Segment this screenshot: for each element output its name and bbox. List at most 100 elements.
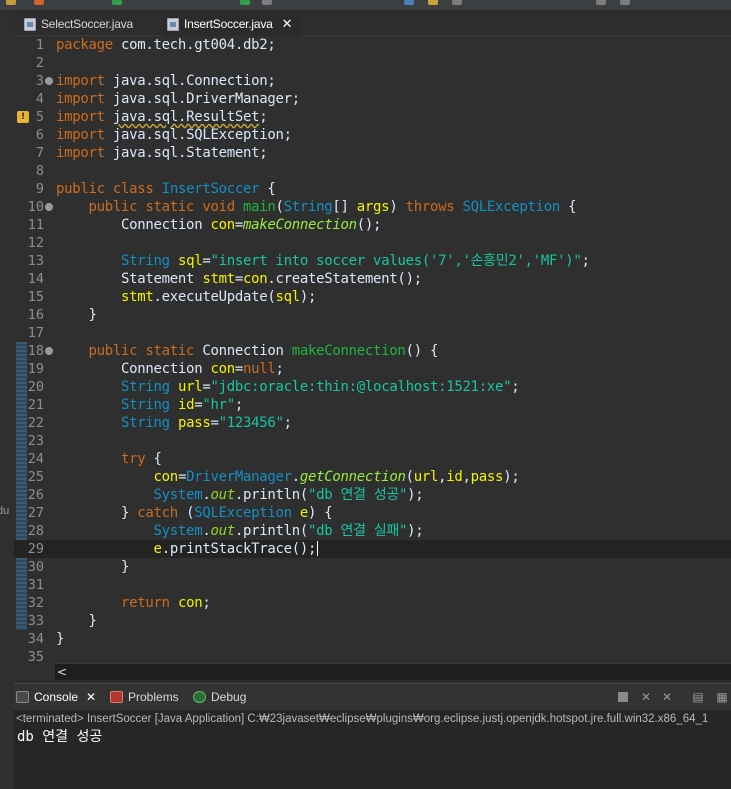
code-text: String url="jdbc:oracle:thin:@localhost:… (56, 378, 520, 396)
tab-console[interactable]: Console ✕ (16, 688, 96, 706)
close-console-icon[interactable]: ✕ (86, 690, 96, 704)
code-token: "insert into soccer values('7','손흥민2','M… (210, 253, 582, 269)
code-line[interactable]: 27 } catch (SQLException e) { (14, 504, 731, 522)
code-line[interactable]: 33 } (14, 612, 731, 630)
run-icon[interactable] (240, 0, 250, 5)
code-token: = (210, 415, 219, 431)
code-line[interactable]: 21 String id="hr"; (14, 396, 731, 414)
code-token: ; (511, 379, 520, 395)
code-token: .println( (234, 487, 309, 503)
code-token: .createStatement(); (267, 271, 422, 287)
run-icon[interactable] (112, 0, 122, 5)
code-token: .println( (234, 523, 309, 539)
code-line[interactable]: 7 import java.sql.Statement; (14, 144, 731, 162)
code-line[interactable]: 18 public static Connection makeConnecti… (14, 342, 731, 360)
fold-toggle-icon[interactable] (45, 347, 53, 355)
code-line[interactable]: 3 import java.sql.Connection; (14, 72, 731, 90)
line-number: 34 (27, 631, 44, 647)
code-line[interactable]: 28 System.out.println("db 연결 실패"); (14, 522, 731, 540)
remove-launch-button[interactable]: ✕ (638, 689, 654, 705)
toolbar-icon[interactable] (596, 0, 606, 5)
code-line[interactable]: 1 package com.tech.gt004.db2; (14, 36, 731, 54)
console-panel: Console ✕ Problems Debug ✕ ✕ ▤ ▦ <termin… (14, 683, 731, 789)
line-number: 20 (27, 379, 44, 395)
code-text: Connection con=makeConnection(); (56, 216, 381, 234)
tab-insert-soccer[interactable]: InsertSoccer.java ✕ (163, 12, 300, 36)
console-output[interactable]: db 연결 성공 (17, 728, 102, 746)
code-line[interactable]: 20 String url="jdbc:oracle:thin:@localho… (14, 378, 731, 396)
code-line[interactable]: 11 Connection con=makeConnection(); (14, 216, 731, 234)
toolbar-icon[interactable] (428, 0, 438, 5)
code-text: Connection con=null; (56, 360, 284, 378)
tab-select-soccer[interactable]: SelectSoccer.java (24, 12, 159, 36)
code-line[interactable]: 2 (14, 54, 731, 72)
toolbar-icon[interactable] (620, 0, 630, 5)
tab-debug[interactable]: Debug (193, 688, 246, 706)
code-token: id (446, 469, 463, 485)
text-caret (317, 541, 319, 556)
code-line[interactable]: 29 e.printStackTrace(); (14, 540, 731, 558)
fold-toggle-icon[interactable] (45, 203, 53, 211)
code-line[interactable]: 15 stmt.executeUpdate(sql); (14, 288, 731, 306)
code-line[interactable]: 34} (14, 630, 731, 648)
toolbar-icon[interactable] (452, 0, 462, 5)
scroll-left-arrow[interactable]: < (55, 664, 69, 680)
tab-problems[interactable]: Problems (110, 688, 179, 706)
code-line[interactable]: 6 import java.sql.SQLException; (14, 126, 731, 144)
code-line[interactable]: 10 public static void main(String[] args… (14, 198, 731, 216)
debug-icon (193, 691, 206, 703)
line-number: 2 (35, 55, 44, 71)
toolbar-icon[interactable] (6, 0, 16, 5)
line-number: 4 (35, 91, 44, 107)
close-tab-icon[interactable]: ✕ (282, 17, 293, 32)
code-line[interactable]: 8 (14, 162, 731, 180)
terminate-button[interactable] (615, 689, 631, 705)
code-token: java.sql.SQLException; (104, 127, 292, 143)
code-line[interactable]: 4 import java.sql.DriverManager; (14, 90, 731, 108)
line-number: 19 (27, 361, 44, 377)
code-token: "123456" (218, 415, 284, 431)
code-line[interactable]: 17 (14, 324, 731, 342)
code-line[interactable]: 5 import java.sql.ResultSet; (14, 108, 731, 126)
code-line[interactable]: 12 (14, 234, 731, 252)
pin-console-button[interactable]: ▦ (714, 689, 730, 705)
toolbar-icon[interactable] (404, 0, 414, 5)
code-token: String (283, 199, 333, 215)
line-number: 25 (27, 469, 44, 485)
code-line[interactable]: 32 return con; (14, 594, 731, 612)
code-line[interactable]: 25 con=DriverManager.getConnection(url,i… (14, 468, 731, 486)
code-line[interactable]: 30 } (14, 558, 731, 576)
line-number: 24 (27, 451, 44, 467)
fold-toggle-icon[interactable] (45, 77, 53, 85)
code-token: stmt (202, 271, 235, 287)
code-line[interactable]: 13 String sql="insert into soccer values… (14, 252, 731, 270)
code-line[interactable]: 16 } (14, 306, 731, 324)
line-number: 27 (27, 505, 44, 521)
code-token: DriverManager (186, 469, 292, 485)
horizontal-scrollbar[interactable]: < (55, 663, 731, 680)
code-text: import java.sql.Statement; (56, 144, 268, 162)
code-token: ( (275, 199, 284, 215)
code-editor[interactable]: 1 package com.tech.gt004.db2; 2 3 import jav… (14, 36, 731, 665)
console-tab-bar: Console ✕ Problems Debug ✕ ✕ ▤ ▦ (14, 684, 731, 710)
code-line[interactable]: 14 Statement stmt=con.createStatement(); (14, 270, 731, 288)
code-text: import java.sql.DriverManager; (56, 90, 300, 108)
code-line[interactable]: 24 try { (14, 450, 731, 468)
toolbar-icon[interactable] (34, 0, 44, 5)
code-line[interactable]: 26 System.out.println("db 연결 성공"); (14, 486, 731, 504)
code-line[interactable]: 22 String pass="123456"; (14, 414, 731, 432)
code-text: public static Connection makeConnection(… (56, 342, 439, 360)
tab-label: InsertSoccer.java (184, 17, 273, 31)
warning-icon[interactable]: ! (17, 111, 29, 123)
code-line[interactable]: 23 (14, 432, 731, 450)
clear-console-button[interactable]: ▤ (690, 689, 706, 705)
tab-label: Console (34, 690, 79, 704)
code-token: import (56, 73, 105, 89)
remove-all-terminated-button[interactable]: ✕ (659, 689, 675, 705)
code-line[interactable]: 9 public class InsertSoccer { (14, 180, 731, 198)
toolbar-icon[interactable] (262, 0, 272, 5)
code-line[interactable]: 19 Connection con=null; (14, 360, 731, 378)
code-line[interactable]: 31 (14, 576, 731, 594)
